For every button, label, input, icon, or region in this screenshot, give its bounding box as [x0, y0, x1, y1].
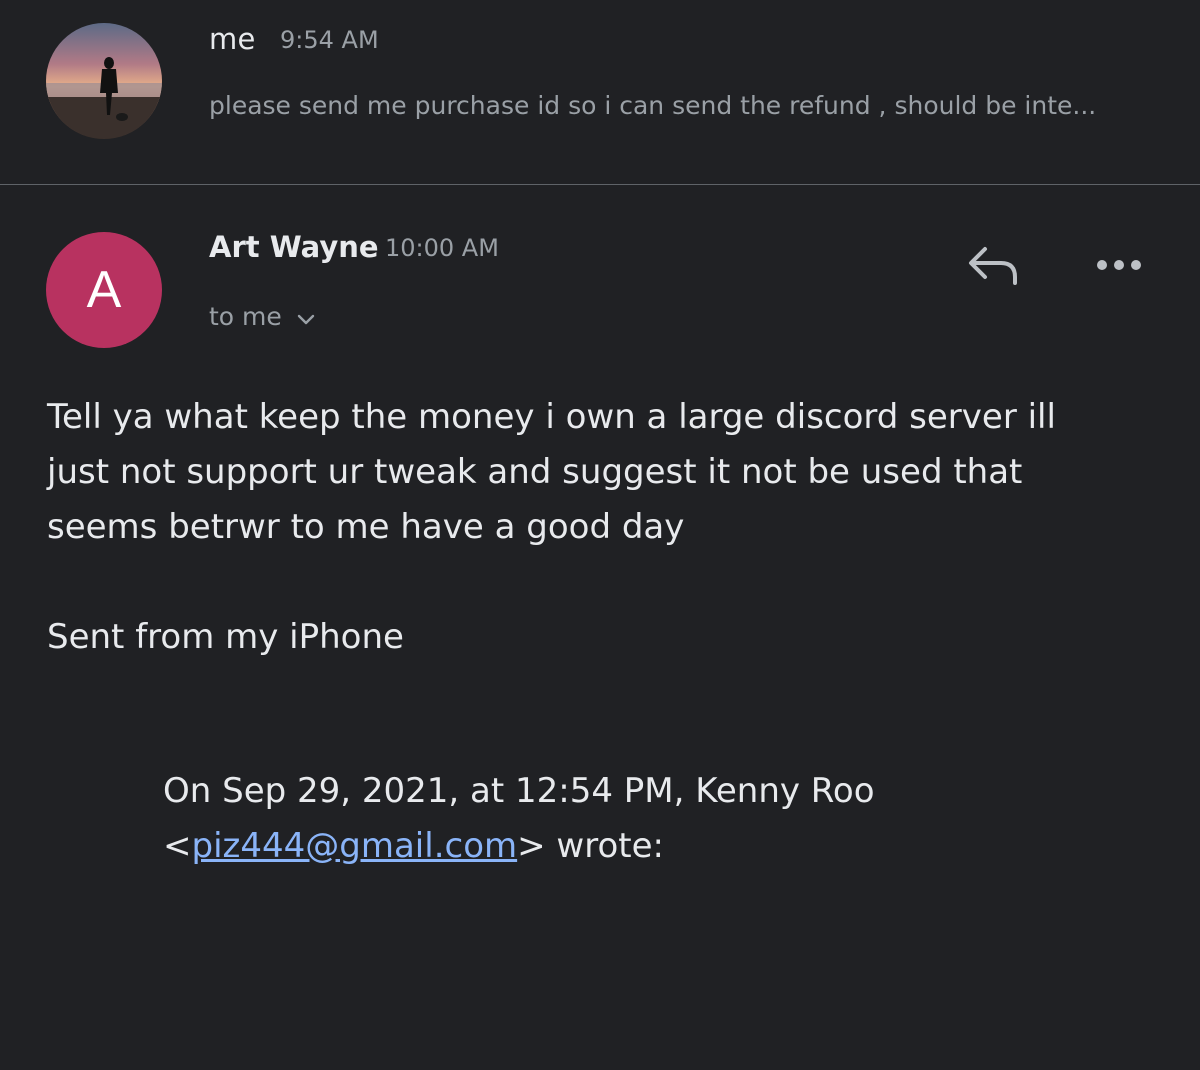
- bracket-open: <: [163, 826, 192, 866]
- avatar[interactable]: A: [46, 232, 162, 348]
- email-thread: me 9:54 AM please send me purchase id so…: [0, 0, 1200, 1070]
- message-body: Tell ya what keep the money i own a larg…: [47, 390, 1157, 555]
- sender-name[interactable]: Art Wayne: [209, 230, 379, 264]
- quote-line: On Sep 29, 2021, at 12:54 PM, Kenny Roo: [163, 771, 875, 811]
- message-time: 9:54 AM: [280, 26, 379, 54]
- divider: [0, 184, 1200, 185]
- body-line: seems betrwr to me have a good day: [47, 507, 685, 547]
- chevron-down-icon: [296, 304, 316, 333]
- email-link[interactable]: piz444@gmail.com: [192, 826, 518, 866]
- quote-wrote: > wrote:: [517, 826, 664, 866]
- reply-icon: [963, 241, 1019, 293]
- signature: Sent from my iPhone: [47, 617, 404, 657]
- message-time: 10:00 AM: [385, 234, 499, 262]
- body-line: Tell ya what keep the money i own a larg…: [47, 397, 1056, 437]
- collapsed-message[interactable]: me 9:54 AM please send me purchase id so…: [0, 0, 1200, 185]
- more-options-button[interactable]: [1088, 244, 1150, 288]
- more-horizontal-icon: [1094, 257, 1144, 276]
- avatar-letter: A: [86, 261, 122, 319]
- sunset-photo-icon: [46, 23, 162, 139]
- quoted-header: On Sep 29, 2021, at 12:54 PM, Kenny Roo …: [163, 764, 1143, 874]
- avatar: [46, 23, 162, 139]
- sender-name: me: [209, 22, 256, 56]
- recipients-toggle[interactable]: to me: [209, 300, 316, 333]
- reply-button[interactable]: [960, 240, 1022, 294]
- message-snippet: please send me purchase id so i can send…: [209, 91, 1097, 120]
- recipients-label: to me: [209, 302, 282, 331]
- body-line: just not support ur tweak and suggest it…: [47, 452, 1023, 492]
- quote-line: <piz444@gmail.com> wrote:: [163, 819, 1143, 874]
